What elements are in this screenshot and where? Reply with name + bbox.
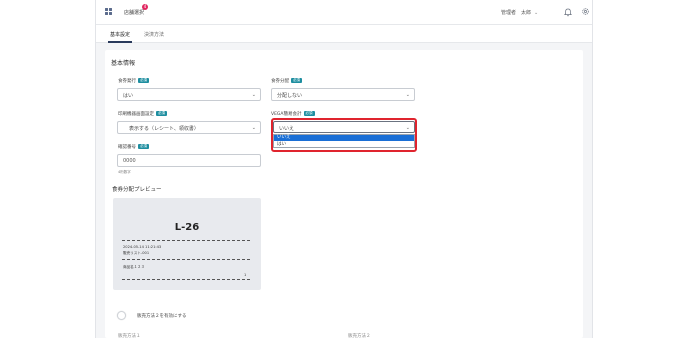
section-title-basic-info: 基本情報 xyxy=(111,60,136,67)
required-badge: 必須 xyxy=(138,78,149,83)
store-select-link[interactable]: 店舗選択 xyxy=(124,9,144,16)
payment2-toggle-label: 販売方法２を有効にする xyxy=(137,314,187,319)
chevron-down-icon: ⌄ xyxy=(534,10,539,16)
ticket-split-select[interactable]: 分配しない ⌄ xyxy=(271,88,415,101)
chevron-down-icon: ⌄ xyxy=(405,92,410,98)
required-badge: 必須 xyxy=(303,111,315,116)
ticket-issue-label: 食券発行 必須 xyxy=(118,78,149,84)
receipt-divider xyxy=(122,279,250,280)
ticket-issue-select[interactable]: はい ⌄ xyxy=(117,88,261,101)
confirm-number-hint: 4桁数字 xyxy=(118,170,131,174)
bell-icon[interactable] xyxy=(564,8,572,17)
highlight-box xyxy=(271,118,417,152)
confirm-number-value: 0000 xyxy=(123,158,136,164)
receipt-register: 販売リスト-001 xyxy=(123,251,150,255)
tab-basic-settings[interactable]: 基本設定 xyxy=(110,31,130,38)
payment2-toggle[interactable] xyxy=(117,311,126,320)
chevron-down-icon: ⌄ xyxy=(251,92,256,98)
required-badge: 必須 xyxy=(138,144,149,149)
apps-grid-icon[interactable] xyxy=(105,8,112,15)
active-tab-indicator xyxy=(108,41,132,43)
receipt-number: L-26 xyxy=(174,222,200,233)
print-setting-select[interactable]: 表示する（レシート、領収書） ⌄ xyxy=(117,121,261,134)
receipt-preview: L-26 2024-05-14 11:21:43 販売リスト-001 商品名１２… xyxy=(113,198,261,290)
required-badge: 必須 xyxy=(291,78,302,83)
receipt-item-name: 商品名１２３ xyxy=(123,265,145,269)
ticket-split-label: 食券分配 必須 xyxy=(271,78,302,84)
preview-title: 食券分配プレビュー xyxy=(112,187,162,193)
gear-icon[interactable] xyxy=(581,7,590,16)
user-menu[interactable]: 管理者 太郎 ⌄ xyxy=(501,9,538,16)
top-bar: 店舗選択 4 管理者 太郎 ⌄ xyxy=(96,0,592,25)
user-name: 管理者 太郎 xyxy=(501,10,532,16)
tab-bar: 基本設定 決済方法 xyxy=(96,25,592,43)
store-count-badge: 4 xyxy=(142,4,148,10)
confirm-number-label: 確認番号 必須 xyxy=(118,144,149,150)
receipt-divider xyxy=(122,240,250,241)
payment1-label: 販売方法１ xyxy=(118,334,141,339)
receipt-divider xyxy=(122,259,250,260)
tab-payment-methods[interactable]: 決済方法 xyxy=(144,31,164,38)
ticket-split-value: 分配しない xyxy=(277,93,303,99)
vega-mode-label: VEGA簡易会計 必須 xyxy=(271,111,315,117)
required-badge: 必須 xyxy=(156,111,167,116)
print-setting-label: 印刷機器画面設定 必須 xyxy=(118,111,167,117)
payment2-label: 販売方法２ xyxy=(348,334,371,339)
ticket-issue-value: はい xyxy=(123,93,134,99)
receipt-datetime: 2024-05-14 11:21:43 xyxy=(123,245,162,249)
receipt-item-qty: 1 xyxy=(244,273,247,277)
confirm-number-input[interactable]: 0000 xyxy=(117,154,261,167)
print-setting-value: 表示する（レシート、領収書） xyxy=(129,126,199,132)
chevron-down-icon: ⌄ xyxy=(251,125,256,131)
